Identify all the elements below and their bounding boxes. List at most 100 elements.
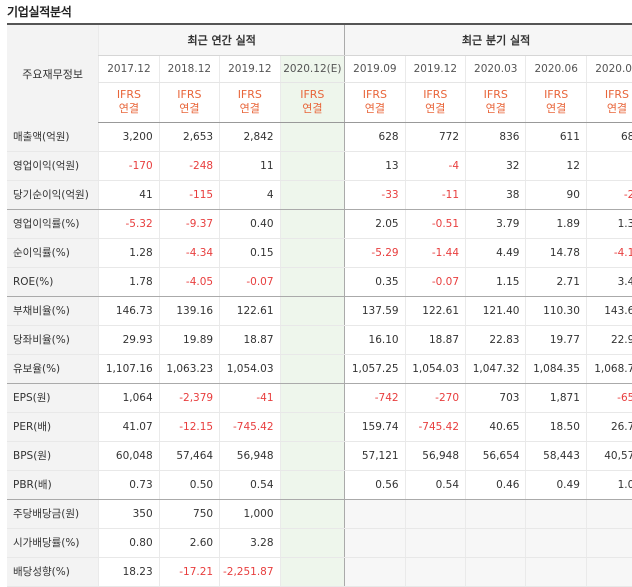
quarter-value-cell: 628 [344, 122, 406, 152]
quarter-value-cell: 18.87 [404, 325, 466, 355]
annual-value-cell [279, 325, 345, 355]
ifrs-consolidated-label: IFRS 연결 [525, 82, 587, 123]
consolidated-text: 연결 [364, 102, 385, 115]
quarter-value-cell: -1.44 [404, 238, 466, 268]
quarter-value-cell: -11 [404, 180, 466, 210]
quarter-value-cell: 122.61 [404, 296, 466, 326]
quarter-value-cell [404, 557, 466, 587]
row-label: 배당성향(%) [7, 557, 99, 587]
quarter-value-cell: 1,084.35 [525, 354, 587, 384]
quarter-value-cell: 38 [465, 180, 526, 210]
row-label: 당좌비율(%) [7, 325, 99, 355]
annual-value-cell [279, 238, 345, 268]
table-row: 매출액(억원)3,2002,6532,842 628772836611682 [7, 122, 632, 152]
quarter-value-cell: 12 [525, 151, 587, 181]
quarter-value-cell: 121.40 [465, 296, 526, 326]
annual-value-cell: 0.80 [98, 528, 160, 558]
annual-value-cell: 350 [98, 499, 160, 529]
row-label: BPS(원) [7, 441, 99, 471]
quarter-value-cell: 682 [585, 122, 632, 152]
annual-value-cell [279, 151, 345, 181]
financial-summary-table: 주요재무정보 최근 연간 실적 최근 분기 실적 2017.12 2018.12 2… [7, 23, 632, 587]
annual-value-cell: -4.34 [158, 238, 220, 268]
quarter-value-cell: 0.54 [404, 470, 466, 500]
annual-value-cell [279, 528, 345, 558]
annual-value-cell [279, 180, 345, 210]
quarter-value-cell: 703 [465, 383, 526, 413]
quarter-value-cell: 159.74 [344, 412, 406, 442]
consolidated-text: 연결 [546, 102, 567, 115]
annual-value-cell: 11 [219, 151, 281, 181]
table-row: 영업이익률(%) -5.32 -9.37 0.40 2.05 -0.51 3.79 1.89 1… [7, 209, 632, 239]
quarter-value-cell: 32 [465, 151, 526, 181]
row-label: PBR(배) [7, 470, 99, 500]
row-label: EPS(원) [7, 383, 99, 413]
quarter-period-header: 2019.12 [404, 55, 466, 83]
annual-value-cell: 18.23 [98, 557, 160, 587]
ifrs-consolidated-label: IFRS 연결 [344, 82, 406, 123]
quarter-value-cell: 611 [525, 122, 587, 152]
quarter-value-cell: 1,068.75 [585, 354, 632, 384]
ifrs-text: IFRS [237, 88, 262, 101]
annual-value-cell: 29.93 [98, 325, 160, 355]
ifrs-consolidated-label: IFRS 연결 [158, 82, 220, 123]
row-label: PER(배) [7, 412, 99, 442]
annual-period-header: 2017.12 [98, 55, 160, 83]
quarter-value-cell [525, 499, 587, 529]
quarter-value-cell: 57,121 [344, 441, 406, 471]
annual-value-cell: -170 [98, 151, 160, 181]
annual-value-cell: -745.42 [219, 412, 281, 442]
annual-value-cell: 3.28 [219, 528, 281, 558]
row-label-header: 주요재무정보 [7, 23, 99, 122]
quarter-value-cell: 1,057.25 [344, 354, 406, 384]
quarter-value-cell: 13 [344, 151, 406, 181]
consolidated-text: 연결 [118, 102, 140, 115]
annual-value-cell: 122.61 [219, 296, 281, 326]
quarter-value-cell: 1.15 [465, 267, 526, 297]
ifrs-consolidated-label: IFRS 연결 [98, 82, 160, 123]
quarter-period-header: 2019.09 [344, 55, 406, 83]
quarter-value-cell: -0.07 [404, 267, 466, 297]
annual-value-cell: -5.32 [98, 209, 160, 239]
quarter-value-cell: 4.49 [465, 238, 526, 268]
table-row: BPS(원) 60,048 57,464 56,948 57,121 56,948 56,6… [7, 441, 632, 471]
ifrs-text: IFRS [362, 88, 387, 101]
quarter-value-cell: 1,871 [525, 383, 587, 413]
annual-value-cell: 139.16 [158, 296, 220, 326]
annual-value-cell: 2.60 [158, 528, 220, 558]
annual-group-header: 최근 연간 실적 [98, 23, 345, 56]
row-label: 매출액(억원) [7, 122, 99, 152]
quarter-value-cell: -5.29 [344, 238, 406, 268]
consolidated-text: 연결 [606, 102, 628, 115]
row-label: 부채비율(%) [7, 296, 99, 326]
annual-value-cell: 0.15 [219, 238, 281, 268]
quarter-value-cell: 2.05 [344, 209, 406, 239]
annual-value-cell: -9.37 [158, 209, 220, 239]
quarter-value-cell: 19.77 [525, 325, 587, 355]
table-row: 순이익률(%) 1.28 -4.34 0.15 -5.29 -1.44 4.49 14.78-… [7, 238, 632, 268]
consolidated-text: 연결 [239, 102, 260, 115]
quarter-value-cell [465, 528, 526, 558]
quarter-value-cell: 0.35 [344, 267, 406, 297]
quarter-value-cell: 1.89 [525, 209, 587, 239]
ifrs-consolidated-label: IFRS 연결 [404, 82, 466, 123]
row-label: 당기순이익(억원) [7, 180, 99, 210]
annual-value-cell [279, 470, 345, 500]
quarter-period-header: 2020.06 [525, 55, 587, 83]
quarter-value-cell: 22.92 [585, 325, 632, 355]
table-row: 시가배당률(%) 0.80 2.60 3.28 [7, 528, 632, 558]
annual-value-cell [279, 441, 345, 471]
ifrs-text: IFRS [177, 88, 202, 101]
annual-value-cell [279, 267, 345, 297]
table-row: PER(배) 41.07 -12.15 -745.42 159.74 -745.42 40.… [7, 412, 632, 442]
quarter-value-cell: -0.51 [404, 209, 466, 239]
annual-value-cell: 41 [98, 180, 160, 210]
quarter-value-cell: 56,948 [404, 441, 466, 471]
table-row: 부채비율(%) 146.73 139.16 122.61 137.59 122.61 121… [7, 296, 632, 326]
quarter-value-cell: 110.30 [525, 296, 587, 326]
quarter-value-cell [404, 499, 466, 529]
quarter-value-cell [344, 557, 406, 587]
ifrs-text: IFRS [604, 88, 630, 101]
quarter-value-cell [585, 499, 632, 529]
quarter-value-cell: 0.49 [525, 470, 587, 500]
